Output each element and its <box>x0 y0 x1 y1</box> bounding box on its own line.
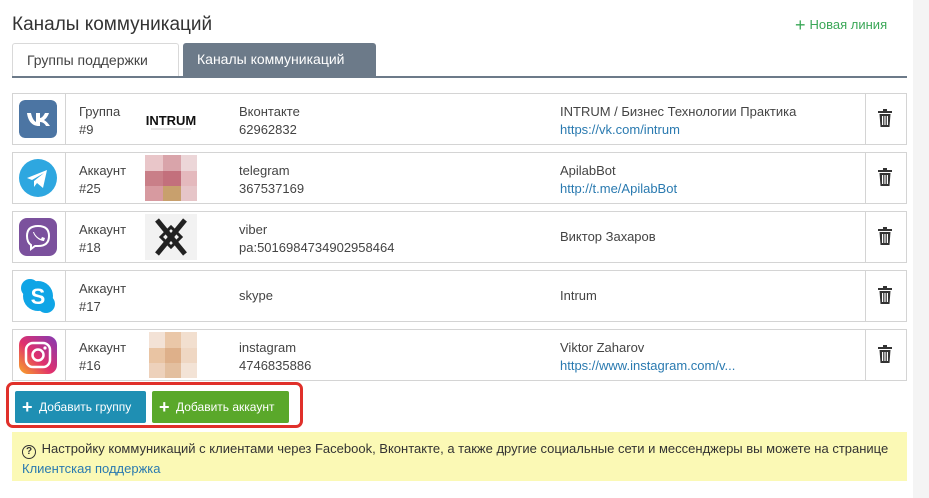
channel-icon-cell <box>13 94 66 144</box>
telegram-icon <box>19 159 57 197</box>
channel-row: Аккаунт #25 telegram 367537169 ApilabBot ht… <box>12 152 907 204</box>
info-cell: Intrum <box>560 287 860 305</box>
note-text: Настройку коммуникаций с клиентами через… <box>41 441 889 456</box>
account-value: 4746835886 <box>239 358 312 373</box>
page-gutter <box>913 0 929 498</box>
add-account-label: Добавить аккаунт <box>176 400 275 414</box>
intrum-logo-text: INTRUM <box>146 113 197 128</box>
info-link[interactable]: https://vk.com/intrum <box>560 122 680 137</box>
account-value: pa:5016984734902958464 <box>239 240 395 255</box>
account-name: Вконтакте <box>239 104 300 119</box>
channel-id: #16 <box>79 358 101 373</box>
viber-avatar <box>155 218 187 256</box>
tab-underline <box>12 76 907 78</box>
plus-icon: + <box>159 397 170 417</box>
account-name: viber <box>239 222 268 237</box>
svg-text:S: S <box>31 284 46 309</box>
delete-cell <box>865 94 906 144</box>
blurred-avatar <box>145 155 197 201</box>
channel-row: Аккаунт #18 viber pa:5016984734902958464 В… <box>12 211 907 263</box>
account-name: telegram <box>239 163 290 178</box>
channel-id: #17 <box>79 299 101 314</box>
account-name: skype <box>239 288 273 303</box>
account-value: 367537169 <box>239 181 305 196</box>
channel-row: Группа #9 INTRUM Вконтакте 62962832 INTRUM… <box>12 93 907 145</box>
channel-type: Аккаунт #17 <box>79 280 126 316</box>
account-cell: instagram 4746835886 <box>239 339 311 375</box>
new-line-label: Новая линия <box>809 17 888 32</box>
channel-icon-cell <box>13 330 66 380</box>
client-support-link[interactable]: Клиентская поддержка <box>22 461 161 476</box>
channel-type-label: Аккаунт <box>79 163 127 178</box>
delete-cell <box>865 212 906 262</box>
add-account-button[interactable]: + Добавить аккаунт <box>152 391 289 423</box>
tab-communication-channels[interactable]: Каналы коммуникаций <box>183 43 376 76</box>
info-cell: INTRUM / Бизнес Технологии Практика https… <box>560 103 860 139</box>
channel-type-label: Аккаунт <box>79 222 127 237</box>
plus-icon: + <box>22 397 33 417</box>
info-name: Виктор Захаров <box>560 229 656 244</box>
vk-icon <box>19 100 57 138</box>
channel-avatar: INTRUM <box>145 96 197 142</box>
info-link[interactable]: http://t.me/ApilabBot <box>560 181 677 196</box>
skype-icon: S <box>21 279 55 313</box>
info-cell: ApilabBot http://t.me/ApilabBot <box>560 162 860 198</box>
delete-cell <box>865 330 906 380</box>
channel-type: Аккаунт #18 <box>79 221 126 257</box>
channel-icon-cell <box>13 153 66 203</box>
trash-icon[interactable] <box>878 227 892 245</box>
channel-type: Аккаунт #16 <box>79 339 126 375</box>
intrum-logo: INTRUM <box>146 113 197 130</box>
question-icon: ? <box>22 445 36 459</box>
channel-id: #9 <box>79 122 94 137</box>
new-line-link[interactable]: + Новая линия <box>795 15 888 35</box>
account-cell: Вконтакте 62962832 <box>239 103 300 139</box>
channel-type-label: Аккаунт <box>79 340 127 355</box>
channel-row: S Аккаунт #17 skype Intrum <box>12 270 907 322</box>
trash-icon[interactable] <box>878 168 892 186</box>
blurred-avatar <box>149 332 197 378</box>
account-value: 62962832 <box>239 122 297 137</box>
info-name: INTRUM / Бизнес Технологии Практика <box>560 104 797 119</box>
trash-icon[interactable] <box>878 345 892 363</box>
channel-id: #25 <box>79 181 101 196</box>
channel-avatar <box>145 214 197 260</box>
channel-type-label: Аккаунт <box>79 281 127 296</box>
account-name: instagram <box>239 340 297 355</box>
channel-avatar <box>145 332 197 378</box>
add-group-label: Добавить группу <box>39 400 132 414</box>
channel-icon-cell: S <box>13 271 66 321</box>
info-cell: Виктор Захаров <box>560 228 860 246</box>
instagram-icon <box>19 336 57 374</box>
channel-row: Аккаунт #16 instagram 4746835886 Viktor Za… <box>12 329 907 381</box>
info-name: Viktor Zaharov <box>560 340 645 355</box>
info-note: ? Настройку коммуникаций с клиентами чер… <box>12 432 907 481</box>
account-cell: skype <box>239 287 273 305</box>
info-link[interactable]: https://www.instagram.com/v... <box>560 358 735 373</box>
channel-type: Аккаунт #25 <box>79 162 126 198</box>
info-cell: Viktor Zaharov https://www.instagram.com/… <box>560 339 860 375</box>
channel-avatar <box>145 155 197 201</box>
add-group-button[interactable]: + Добавить группу <box>15 391 146 423</box>
trash-icon[interactable] <box>878 286 892 304</box>
page-title: Каналы коммуникаций <box>12 14 213 35</box>
channel-type-label: Группа <box>79 104 121 119</box>
channel-type: Группа #9 <box>79 103 120 139</box>
delete-cell <box>865 271 906 321</box>
info-name: Intrum <box>560 288 597 303</box>
delete-cell <box>865 153 906 203</box>
account-cell: viber pa:5016984734902958464 <box>239 221 394 257</box>
tab-support-groups[interactable]: Группы поддержки <box>12 43 179 76</box>
plus-icon: + <box>795 15 806 35</box>
channel-icon-cell <box>13 212 66 262</box>
channel-id: #18 <box>79 240 101 255</box>
account-cell: telegram 367537169 <box>239 162 304 198</box>
channels-list: Группа #9 INTRUM Вконтакте 62962832 INTRUM… <box>12 93 907 388</box>
viber-icon <box>19 218 57 256</box>
info-name: ApilabBot <box>560 163 616 178</box>
trash-icon[interactable] <box>878 109 892 127</box>
